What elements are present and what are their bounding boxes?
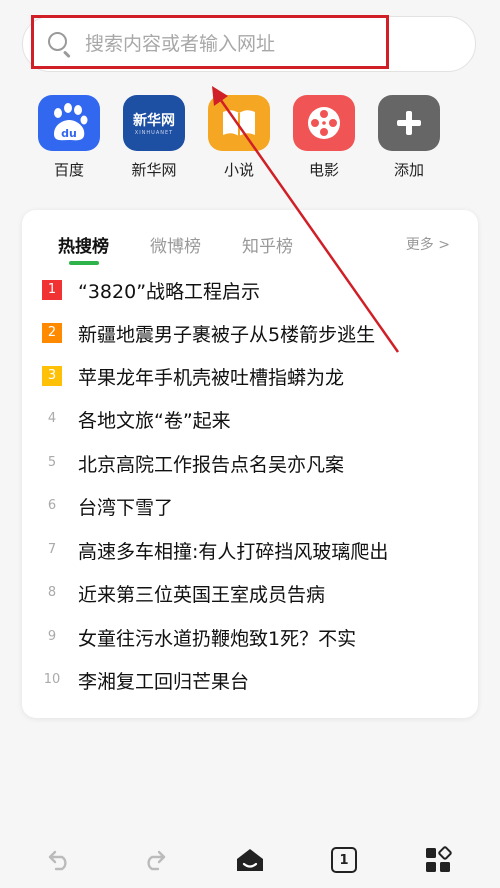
book-icon bbox=[208, 95, 270, 151]
list-item-title: 李湘复工回归芒果台 bbox=[78, 670, 250, 693]
rank-number: 10 bbox=[43, 672, 61, 687]
rank-number: 7 bbox=[47, 542, 57, 557]
home-icon[interactable] bbox=[234, 844, 266, 876]
rank-badge: 1 bbox=[42, 280, 62, 300]
search-icon bbox=[47, 31, 73, 59]
bottom-toolbar: 1 bbox=[0, 832, 500, 888]
active-tab-indicator bbox=[68, 261, 99, 265]
shortcut-label: 新华网 bbox=[131, 161, 177, 179]
rank-badge: 2 bbox=[42, 323, 62, 343]
list-item[interactable]: 6 台湾下雪了 bbox=[22, 488, 478, 524]
shortcut-novel[interactable]: 小说 bbox=[204, 95, 274, 180]
list-item[interactable]: 1 “3820”战略工程启示 bbox=[22, 272, 478, 308]
hot-tabs: 热搜榜 微博榜 知乎榜 bbox=[58, 232, 458, 266]
plus-icon bbox=[378, 95, 440, 151]
rank-number: 5 bbox=[47, 455, 57, 470]
rank-number: 9 bbox=[47, 629, 57, 644]
rank-number: 8 bbox=[47, 585, 57, 600]
more-link[interactable]: 更多 > bbox=[406, 234, 450, 254]
list-item-title: 台湾下雪了 bbox=[78, 496, 174, 519]
shortcut-label: 小说 bbox=[223, 161, 254, 179]
list-item[interactable]: 4 各地文旅“卷”起来 bbox=[22, 401, 478, 437]
list-item[interactable]: 9 女童往污水道扔鞭炮致1死？不实 bbox=[22, 619, 478, 655]
list-item[interactable]: 10 李湘复工回归芒果台 bbox=[22, 662, 478, 698]
list-item-title: 苹果龙年手机壳被吐槽指蟒为龙 bbox=[78, 366, 345, 389]
list-item[interactable]: 3 苹果龙年手机壳被吐槽指蟒为龙 bbox=[22, 358, 478, 394]
rank-badge: 3 bbox=[42, 366, 62, 386]
list-item[interactable]: 2 新疆地震男子裹被子从5楼箭步逃生 bbox=[22, 315, 478, 351]
shortcut-grid: du 百度 新华网 XINHUANET 新华网 小说 电影 添加 bbox=[38, 95, 450, 185]
list-item-title: 近来第三位英国王室成员告病 bbox=[78, 583, 326, 606]
search-input[interactable] bbox=[85, 33, 385, 55]
baidu-icon: du bbox=[38, 95, 100, 151]
search-bar[interactable] bbox=[22, 16, 476, 72]
menu-grid-icon[interactable] bbox=[422, 844, 454, 876]
svg-text:du: du bbox=[61, 127, 77, 140]
film-reel-icon bbox=[293, 95, 355, 151]
xinhuanet-icon: 新华网 XINHUANET bbox=[123, 95, 185, 151]
list-item-title: 新疆地震男子裹被子从5楼箭步逃生 bbox=[78, 323, 376, 346]
list-item-title: “3820”战略工程启示 bbox=[78, 280, 261, 303]
tabs-icon[interactable]: 1 bbox=[328, 844, 360, 876]
tab-count: 1 bbox=[331, 847, 357, 873]
rank-number: 4 bbox=[47, 411, 57, 426]
shortcut-label: 添加 bbox=[393, 161, 424, 179]
shortcut-add[interactable]: 添加 bbox=[374, 95, 444, 180]
list-item-title: 女童往污水道扔鞭炮致1死？不实 bbox=[78, 627, 357, 650]
list-item[interactable]: 7 高速多车相撞:有人打碎挡风玻璃爬出 bbox=[22, 532, 478, 568]
tab-zhihu[interactable]: 知乎榜 bbox=[242, 232, 293, 257]
list-item[interactable]: 5 北京高院工作报告点名吴亦凡案 bbox=[22, 445, 478, 481]
shortcut-xinhuanet[interactable]: 新华网 XINHUANET 新华网 bbox=[119, 95, 189, 180]
tab-weibo[interactable]: 微博榜 bbox=[150, 232, 201, 257]
list-item[interactable]: 8 近来第三位英国王室成员告病 bbox=[22, 575, 478, 611]
shortcut-label: 电影 bbox=[308, 161, 339, 179]
list-item-title: 高速多车相撞:有人打碎挡风玻璃爬出 bbox=[78, 540, 389, 563]
forward-icon[interactable] bbox=[138, 844, 170, 876]
shortcut-movie[interactable]: 电影 bbox=[289, 95, 359, 180]
hot-search-card: 热搜榜 微博榜 知乎榜 更多 > 1 “3820”战略工程启示 2 新疆地震男子… bbox=[22, 210, 478, 718]
tab-hot-search[interactable]: 热搜榜 bbox=[58, 232, 109, 265]
list-item-title: 北京高院工作报告点名吴亦凡案 bbox=[78, 453, 345, 476]
list-item-title: 各地文旅“卷”起来 bbox=[78, 409, 231, 432]
browser-home-page: du 百度 新华网 XINHUANET 新华网 小说 bbox=[0, 0, 500, 888]
rank-number: 6 bbox=[47, 498, 57, 513]
shortcut-baidu[interactable]: du 百度 bbox=[34, 95, 104, 180]
back-icon[interactable] bbox=[44, 844, 76, 876]
shortcut-label: 百度 bbox=[53, 161, 84, 179]
